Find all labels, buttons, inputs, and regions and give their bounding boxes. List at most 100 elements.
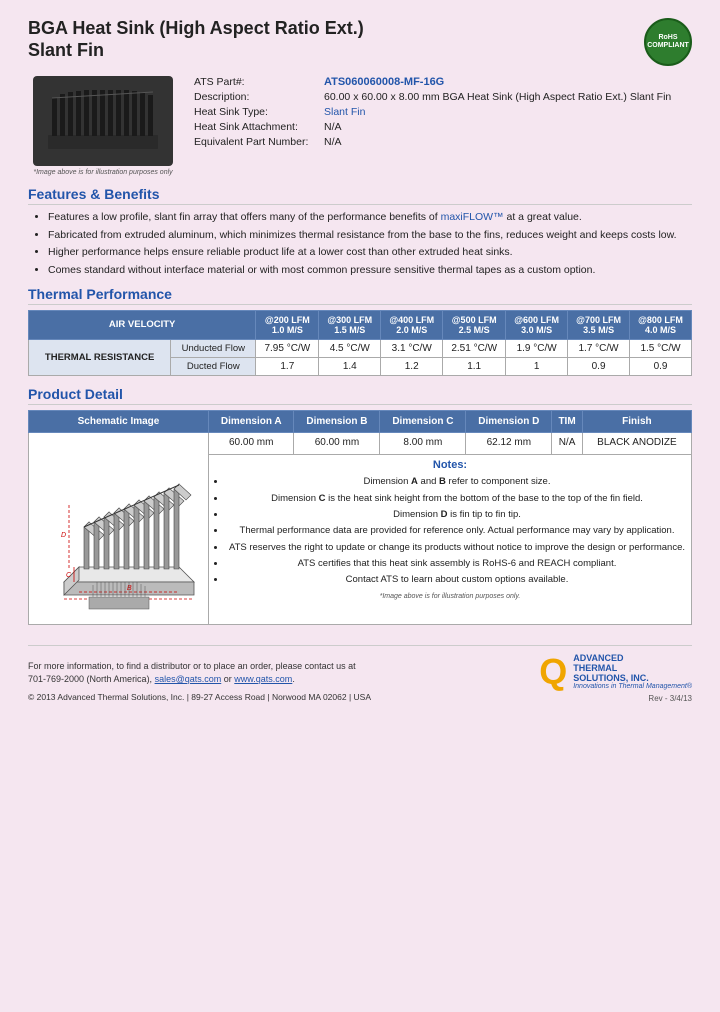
lfm-800-header: @800 LFM4.0 M/S <box>630 310 692 339</box>
dim-c-value: 8.00 mm <box>380 432 466 455</box>
part-info-section: *Image above is for illustration purpose… <box>28 76 692 176</box>
description-row: Description: 60.00 x 60.00 x 8.00 mm BGA… <box>194 91 692 103</box>
dim-a-col-header: Dimension A <box>209 410 294 432</box>
footer-left: For more information, to find a distribu… <box>28 660 371 704</box>
feature-item-4: Comes standard without interface materia… <box>48 263 692 278</box>
thermal-performance-table: AIR VELOCITY @200 LFM1.0 M/S @300 LFM1.5… <box>28 310 692 376</box>
feature-item-3: Higher performance helps ensure reliable… <box>48 245 692 260</box>
unducted-v1: 7.95 °C/W <box>256 339 319 357</box>
ats-q-letter: Q <box>539 654 567 690</box>
unducted-v4: 2.51 °C/W <box>443 339 506 357</box>
finish-value: BLACK ANODIZE <box>582 432 691 455</box>
unducted-v7: 1.5 °C/W <box>630 339 692 357</box>
ats-name-line3: SOLUTIONS, INC. <box>573 674 692 684</box>
unducted-v2: 4.5 °C/W <box>319 339 381 357</box>
unducted-v6: 1.7 °C/W <box>568 339 630 357</box>
rohs-badge: RoHS COMPLIANT <box>644 18 692 66</box>
ats-logo: Q ADVANCED THERMAL SOLUTIONS, INC. Innov… <box>539 654 692 691</box>
part-number-row: ATS Part#: ATS060060008-MF-16G <box>194 76 692 88</box>
notes-title: Notes: <box>212 459 688 471</box>
features-list: Features a low profile, slant fin array … <box>28 210 692 278</box>
schematic-caption: *Image above is for illustration purpose… <box>212 593 688 600</box>
note-6: ATS certifies that this heat sink assemb… <box>226 557 688 570</box>
schematic-svg: D C B A <box>39 437 199 617</box>
product-detail-table: Schematic Image Dimension A Dimension B … <box>28 410 692 625</box>
finish-col-header: Finish <box>582 410 691 432</box>
note-1: Dimension A and B refer to component siz… <box>226 475 688 488</box>
note-7: Contact ATS to learn about custom option… <box>226 573 688 586</box>
lfm-300-header: @300 LFM1.5 M/S <box>319 310 381 339</box>
footer-email[interactable]: sales@qats.com <box>155 674 222 684</box>
footer: For more information, to find a distribu… <box>28 645 692 704</box>
type-row: Heat Sink Type: Slant Fin <box>194 106 692 118</box>
air-velocity-header: AIR VELOCITY <box>29 310 256 339</box>
tim-col-header: TIM <box>552 410 583 432</box>
notes-list: Dimension A and B refer to component siz… <box>212 475 688 586</box>
unducted-v3: 3.1 °C/W <box>381 339 443 357</box>
ducted-v1: 1.7 <box>256 357 319 375</box>
unducted-label: Unducted Flow <box>171 339 256 357</box>
title-block: BGA Heat Sink (High Aspect Ratio Ext.) S… <box>28 18 364 61</box>
part-number-value: ATS060060008-MF-16G <box>324 76 444 88</box>
type-value: Slant Fin <box>324 106 365 118</box>
tim-value: N/A <box>552 432 583 455</box>
note-4: Thermal performance data are provided fo… <box>226 524 688 537</box>
attachment-label: Heat Sink Attachment: <box>194 121 324 133</box>
features-title: Features & Benefits <box>28 186 692 205</box>
lfm-700-header: @700 LFM3.5 M/S <box>568 310 630 339</box>
lfm-400-header: @400 LFM2.0 M/S <box>381 310 443 339</box>
note-3: Dimension D is fin tip to fin tip. <box>226 508 688 521</box>
lfm-500-header: @500 LFM2.5 M/S <box>443 310 506 339</box>
part-label: ATS Part#: <box>194 76 324 88</box>
svg-text:B: B <box>127 585 132 592</box>
dim-b-value: 60.00 mm <box>294 432 380 455</box>
svg-text:D: D <box>61 532 66 539</box>
page: BGA Heat Sink (High Aspect Ratio Ext.) S… <box>0 0 720 1012</box>
ats-tagline: Innovations in Thermal Management® <box>573 683 692 690</box>
part-details: ATS Part#: ATS060060008-MF-16G Descripti… <box>194 76 692 176</box>
ats-text-block: ADVANCED THERMAL SOLUTIONS, INC. Innovat… <box>573 654 692 691</box>
desc-label: Description: <box>194 91 324 103</box>
lfm-200-header: @200 LFM1.0 M/S <box>256 310 319 339</box>
desc-value: 60.00 x 60.00 x 8.00 mm BGA Heat Sink (H… <box>324 91 671 103</box>
ducted-v5: 1 <box>506 357 568 375</box>
product-detail-title: Product Detail <box>28 386 692 405</box>
equiv-label: Equivalent Part Number: <box>194 136 324 148</box>
feature-item-2: Fabricated from extruded aluminum, which… <box>48 228 692 243</box>
ducted-label: Ducted Flow <box>171 357 256 375</box>
header: BGA Heat Sink (High Aspect Ratio Ext.) S… <box>28 18 692 66</box>
product-image-box <box>33 76 173 166</box>
schematic-col-header: Schematic Image <box>29 410 209 432</box>
dim-b-col-header: Dimension B <box>294 410 380 432</box>
lfm-600-header: @600 LFM3.0 M/S <box>506 310 568 339</box>
dim-d-value: 62.12 mm <box>466 432 552 455</box>
unducted-v5: 1.9 °C/W <box>506 339 568 357</box>
ducted-v7: 0.9 <box>630 357 692 375</box>
footer-copyright: © 2013 Advanced Thermal Solutions, Inc. … <box>28 691 371 704</box>
feature-item-1: Features a low profile, slant fin array … <box>48 210 692 225</box>
ducted-v6: 0.9 <box>568 357 630 375</box>
dim-d-col-header: Dimension D <box>466 410 552 432</box>
page-number: Rev - 3/4/13 <box>648 694 692 703</box>
image-caption: *Image above is for illustration purpose… <box>33 169 172 176</box>
attachment-row: Heat Sink Attachment: N/A <box>194 121 692 133</box>
footer-website[interactable]: www.qats.com <box>234 674 292 684</box>
ducted-v4: 1.1 <box>443 357 506 375</box>
footer-contact-line1: For more information, to find a distribu… <box>28 660 371 674</box>
dim-a-value: 60.00 mm <box>209 432 294 455</box>
footer-contact-line2: 701-769-2000 (North America), sales@qats… <box>28 673 371 687</box>
note-2: Dimension C is the heat sink height from… <box>226 492 688 505</box>
type-label: Heat Sink Type: <box>194 106 324 118</box>
ducted-v2: 1.4 <box>319 357 381 375</box>
notes-cell: Notes: Dimension A and B refer to compon… <box>209 455 692 624</box>
thermal-section-title: Thermal Performance <box>28 286 692 305</box>
heatsink-svg <box>38 80 168 162</box>
thermal-resistance-label: THERMAL RESISTANCE <box>29 339 171 375</box>
equiv-value: N/A <box>324 136 342 148</box>
page-title: BGA Heat Sink (High Aspect Ratio Ext.) S… <box>28 18 364 61</box>
ducted-v3: 1.2 <box>381 357 443 375</box>
product-image-block: *Image above is for illustration purpose… <box>28 76 178 176</box>
dim-c-col-header: Dimension C <box>380 410 466 432</box>
equiv-row: Equivalent Part Number: N/A <box>194 136 692 148</box>
schematic-image-cell: D C B A <box>29 432 209 624</box>
